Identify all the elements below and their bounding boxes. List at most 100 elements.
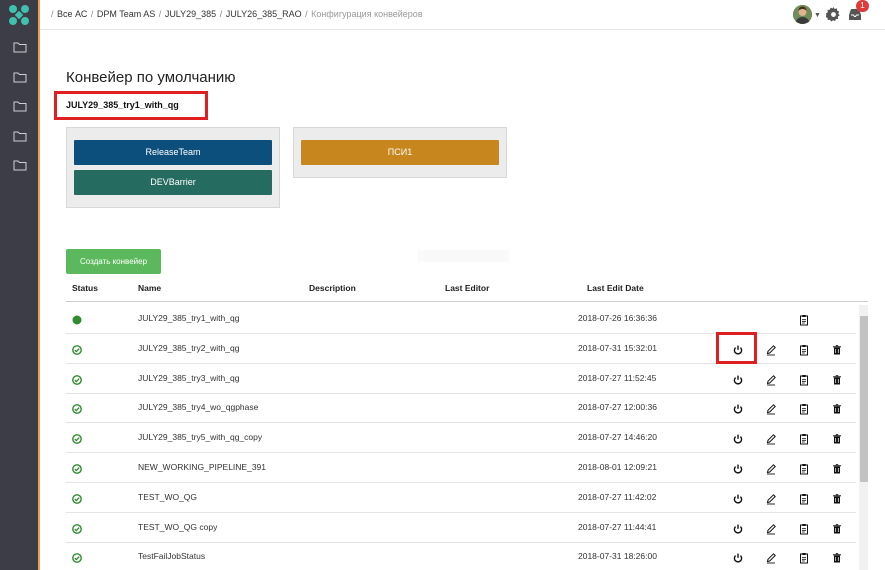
app-root: / Все АС / DPM Team AS / JULY29_385 / JU… [0, 0, 885, 570]
check-circle-icon [71, 373, 83, 385]
power-icon[interactable] [732, 402, 744, 414]
stage-psi1[interactable]: ПСИ1 [301, 140, 499, 165]
user-avatar[interactable] [793, 5, 812, 24]
trash-icon[interactable] [831, 492, 843, 504]
breadcrumb: / Все АС / DPM Team AS / JULY29_385 / JU… [50, 9, 423, 19]
clipboard-icon[interactable] [798, 462, 810, 475]
default-pipeline-name: JULY29_385_try1_with_qg [66, 100, 179, 110]
trash-icon[interactable] [831, 432, 843, 444]
pencil-icon[interactable] [765, 343, 777, 356]
power-icon[interactable] [732, 462, 744, 474]
breadcrumb-separator: / [90, 9, 94, 19]
pencil-icon[interactable] [765, 551, 777, 564]
top-bar: / Все АС / DPM Team AS / JULY29_385 / JU… [40, 0, 885, 30]
active-status-icon [71, 313, 83, 325]
trash-icon[interactable] [831, 462, 843, 474]
breadcrumb-item[interactable]: DPM Team AS [97, 9, 155, 19]
folder-icon[interactable] [13, 101, 27, 112]
trash-icon[interactable] [831, 522, 843, 534]
pencil-icon[interactable] [765, 432, 777, 445]
last-edit-date-cell: 2018-07-27 11:44:41 [578, 521, 657, 532]
check-circle-icon [71, 402, 83, 415]
pipeline-name-cell[interactable]: JULY29_385_try5_with_qg_copy [138, 432, 262, 442]
gear-icon[interactable] [826, 7, 841, 22]
stage-dev-barrier[interactable]: DEVBarrier [74, 170, 272, 195]
breadcrumb-separator: / [158, 9, 162, 19]
pencil-icon[interactable] [765, 492, 777, 505]
breadcrumb-separator: / [51, 9, 54, 19]
last-edit-date-cell: 2018-07-27 12:00:36 [578, 402, 657, 413]
check-circle-icon [71, 492, 83, 504]
stage-group: ПСИ1 [293, 127, 507, 178]
clipboard-icon[interactable] [798, 373, 810, 386]
power-icon[interactable] [732, 432, 744, 444]
breadcrumb-separator: / [305, 9, 308, 19]
column-header-date: Last Edit Date [587, 283, 644, 293]
breadcrumb-item[interactable]: JULY29_385 [165, 9, 216, 19]
pipeline-name-cell[interactable]: JULY29_385_try4_wo_qgphase [138, 402, 258, 412]
user-avatar-image [793, 5, 812, 24]
pipeline-name-cell[interactable]: TEST_WO_QG [138, 492, 197, 502]
check-circle-icon [71, 343, 83, 355]
empty-placeholder [418, 250, 509, 262]
pipeline-name-cell[interactable]: JULY29_385_try2_with_qg [138, 343, 239, 353]
trash-icon[interactable] [831, 373, 843, 385]
check-circle-icon [71, 522, 83, 534]
create-pipeline-button[interactable]: Создать конвейер [66, 249, 161, 274]
column-header-editor: Last Editor [445, 283, 490, 293]
sidebar [0, 0, 40, 570]
power-icon[interactable] [732, 551, 744, 563]
trash-icon[interactable] [831, 402, 843, 414]
breadcrumb-item[interactable]: JULY26_385_RAO [226, 9, 302, 19]
breadcrumb-current: Конфигурация конвейеров [311, 9, 423, 19]
folder-icon[interactable] [13, 160, 27, 171]
folder-icon[interactable] [13, 131, 27, 142]
trash-icon[interactable] [831, 551, 843, 563]
stage-release-team[interactable]: ReleaseTeam [74, 140, 272, 165]
pipeline-name-cell[interactable]: TEST_WO_QG copy [138, 522, 217, 532]
page-title: Конвейер по умолчанию [66, 69, 236, 86]
pipeline-name-cell[interactable]: JULY29_385_try3_with_qg [138, 373, 239, 383]
power-icon[interactable] [732, 373, 744, 385]
check-circle-icon [71, 462, 83, 474]
column-header-description: Description [309, 283, 356, 293]
notification-badge: 1 [856, 0, 869, 12]
power-icon[interactable] [732, 492, 744, 504]
last-edit-date-cell: 2018-07-31 18:26:00 [578, 551, 657, 562]
app-logo-icon[interactable] [7, 3, 31, 27]
pencil-icon[interactable] [765, 402, 777, 415]
pencil-icon[interactable] [765, 522, 777, 535]
power-icon[interactable] [732, 522, 744, 534]
pipeline-name-cell[interactable]: JULY29_385_try1_with_qg [138, 313, 239, 323]
stage-group: ReleaseTeam DEVBarrier [66, 127, 280, 208]
last-edit-date-cell: 2018-07-27 14:46:20 [578, 432, 657, 443]
last-edit-date-cell: 2018-07-31 15:32:01 [578, 342, 657, 353]
folder-icon[interactable] [13, 42, 27, 53]
breadcrumb-item[interactable]: Все АС [57, 9, 87, 19]
breadcrumb-separator: / [219, 9, 223, 19]
table-header-divider [66, 301, 868, 302]
folder-icon[interactable] [13, 72, 27, 83]
clipboard-icon[interactable] [798, 343, 810, 356]
pipeline-name-cell[interactable]: TestFailJobStatus [138, 551, 205, 561]
check-circle-icon [71, 551, 83, 564]
pencil-icon[interactable] [765, 373, 777, 386]
column-header-name: Name [138, 283, 162, 293]
highlight-box [716, 332, 757, 364]
clipboard-icon[interactable] [798, 432, 810, 445]
last-edit-date-cell: 2018-08-01 12:09:21 [578, 462, 657, 472]
check-circle-icon [71, 432, 83, 445]
column-header-status: Status [72, 283, 98, 293]
chevron-down-icon[interactable]: ▼ [814, 12, 821, 19]
clipboard-icon[interactable] [798, 551, 810, 564]
clipboard-icon[interactable] [798, 402, 810, 415]
last-edit-date-cell: 2018-07-27 11:52:45 [578, 372, 657, 383]
clipboard-icon[interactable] [798, 313, 810, 326]
trash-icon[interactable] [831, 343, 843, 355]
last-edit-date-cell: 2018-07-26 16:36:36 [578, 313, 657, 323]
clipboard-icon[interactable] [798, 492, 810, 505]
clipboard-icon[interactable] [798, 522, 810, 535]
pipeline-name-cell[interactable]: NEW_WORKING_PIPELINE_391 [138, 462, 266, 472]
pencil-icon[interactable] [765, 462, 777, 475]
scrollbar-thumb[interactable] [860, 316, 868, 482]
